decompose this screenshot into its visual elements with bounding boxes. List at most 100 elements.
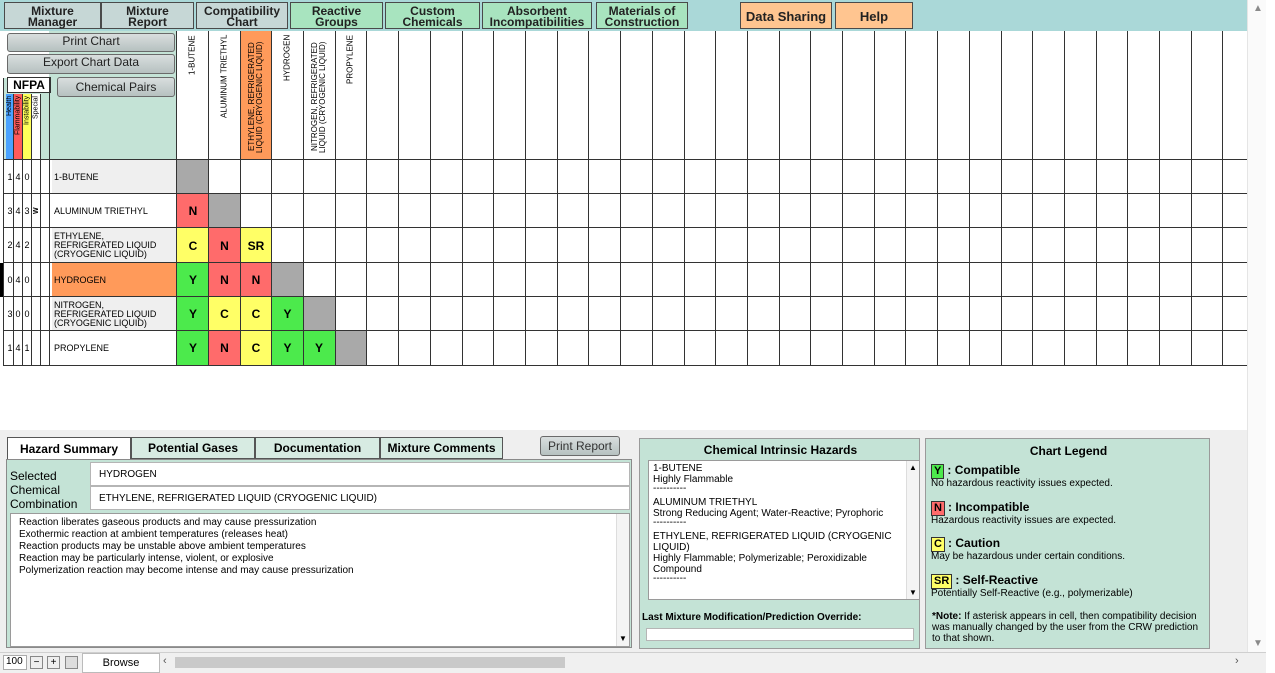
grid-line [303, 31, 304, 366]
chemical-pairs-button[interactable]: Chemical Pairs [57, 77, 175, 97]
nfpa-value: 0 [24, 172, 30, 182]
grid-line [684, 31, 685, 366]
matrix-cell[interactable]: Y [177, 297, 209, 331]
matrix-cell[interactable]: N [209, 263, 240, 297]
nfpa-value: 3 [24, 206, 30, 216]
tab-custom-chemicals[interactable]: Custom Chemicals [385, 2, 480, 29]
matrix-cell-self[interactable] [303, 297, 335, 331]
print-chart-button[interactable]: Print Chart [7, 33, 175, 52]
row-name-1-butene[interactable]: 1-BUTENE [52, 160, 176, 194]
tab-hazard-summary[interactable]: Hazard Summary [7, 437, 131, 460]
zoom-field[interactable]: 100 [3, 655, 27, 670]
grid-line [715, 31, 716, 366]
row-name-nitrogen[interactable]: NITROGEN, REFRIGERATED LIQUID (CRYOGENIC… [52, 297, 176, 331]
grid-line [493, 31, 494, 366]
matrix-cell[interactable]: C [240, 331, 272, 365]
nfpa-value: 4 [15, 206, 21, 216]
row-name-hydrogen[interactable]: HYDROGEN [52, 263, 176, 297]
matrix-cell[interactable]: C [177, 228, 209, 263]
row-name-ethylene[interactable]: ETHYLENE, REFRIGERATED LIQUID (CRYOGENIC… [52, 228, 176, 263]
intrinsic-chemical-hazards: Highly Flammable [653, 474, 734, 485]
matrix-cell[interactable]: N [177, 194, 209, 228]
column-header-hydrogen[interactable]: HYDROGEN [272, 31, 303, 159]
reaction-list-scrollbar[interactable]: ▼ [616, 514, 629, 646]
matrix-cell[interactable]: Y [272, 297, 303, 331]
matrix-cell[interactable]: Y [177, 331, 209, 365]
tab-materials-of-construction[interactable]: Materials of Construction [596, 2, 688, 29]
column-header-propylene[interactable]: PROPYLENE [335, 31, 366, 159]
legend-item: SR : Self-Reactive Potentially Self-React… [931, 573, 1207, 599]
matrix-cell[interactable]: SR [240, 228, 272, 263]
tab-potential-gases[interactable]: Potential Gases [131, 437, 255, 459]
sheet-tab-browse[interactable]: Browse [82, 653, 160, 673]
selected-combination-label: Selected Chemical Combination [10, 469, 78, 511]
intrinsic-hazards-panel: Chemical Intrinsic Hazards 1-BUTENE High… [639, 438, 920, 649]
legend-item: Y : Compatible No hazardous reactivity is… [931, 463, 1207, 489]
intrinsic-list-scrollbar[interactable]: ▲ ▼ [906, 461, 919, 599]
grid-line [22, 94, 23, 366]
tab-absorbent-incompatibilities[interactable]: Absorbent Incompatibilities [482, 2, 592, 29]
column-header-1-butene[interactable]: 1-BUTENE [177, 31, 208, 159]
tab-mixture-report[interactable]: Mixture Report [101, 2, 194, 29]
view-icon[interactable] [65, 656, 78, 669]
legend-note-title: *Note: [932, 611, 962, 622]
scroll-up-icon[interactable]: ▲ [909, 462, 917, 473]
zoom-out-icon[interactable]: − [30, 656, 43, 669]
grid-line [3, 78, 4, 366]
matrix-cell[interactable]: C [240, 297, 272, 331]
grid-line [3, 296, 1247, 297]
matrix-cell-self[interactable] [177, 160, 209, 194]
legend-note: *Note: If asterisk appears in cell, then… [932, 611, 1208, 644]
scroll-left-icon[interactable]: ‹ [163, 655, 167, 667]
matrix-cell[interactable]: N [209, 228, 240, 263]
matrix-cell[interactable]: Y [177, 263, 209, 297]
horizontal-scroll-thumb[interactable] [175, 657, 565, 668]
grid-line [874, 31, 875, 366]
matrix-cell-self[interactable] [209, 194, 240, 228]
reaction-item: Reaction may be particularly intense, vi… [19, 553, 274, 564]
grid-line [3, 193, 1247, 194]
matrix-cell[interactable]: N [209, 331, 240, 365]
column-header-ethylene[interactable]: ETHYLENE, REFRIGERATED LIQUID (CRYOGENIC… [240, 31, 272, 159]
scroll-up-icon[interactable]: ▲ [1253, 3, 1263, 14]
legend-swatch: N [931, 501, 945, 516]
column-header-nitrogen[interactable]: NITROGEN, REFRIGERATED LIQUID (CRYOGENIC… [303, 31, 335, 159]
matrix-cell[interactable]: Y [303, 331, 335, 365]
export-chart-data-button[interactable]: Export Chart Data [7, 54, 175, 74]
intrinsic-hazards-title: Chemical Intrinsic Hazards [703, 443, 858, 457]
row-name-aluminum-triethyl[interactable]: ALUMINUM TRIETHYL [52, 194, 176, 228]
legend-item: C : Caution May be hazardous under certai… [931, 536, 1207, 562]
legend-item: N : Incompatible Hazardous reactivity iss… [931, 500, 1207, 526]
vertical-scrollbar[interactable]: ▲ ▼ [1247, 0, 1266, 652]
reaction-item: Exothermic reaction at ambient temperatu… [19, 529, 289, 540]
scroll-down-icon[interactable]: ▼ [619, 633, 627, 645]
tab-mixture-comments[interactable]: Mixture Comments [380, 437, 503, 459]
grid-line [937, 31, 938, 366]
legend-description: Hazardous reactivity issues are expected… [931, 515, 1117, 526]
tab-mixture-manager[interactable]: Mixture Manager [4, 2, 101, 29]
tab-documentation[interactable]: Documentation [255, 437, 380, 459]
row-name-propylene[interactable]: PROPYLENE [52, 331, 176, 365]
matrix-cell-self[interactable] [272, 263, 303, 297]
status-bar: 100 − + Browse ‹ › [0, 652, 1266, 673]
tab-reactive-groups[interactable]: Reactive Groups [290, 2, 383, 29]
tab-data-sharing[interactable]: Data Sharing [740, 2, 832, 29]
intrinsic-chemical-hazards: Strong Reducing Agent; Water-Reactive; P… [653, 508, 884, 519]
tab-help[interactable]: Help [835, 2, 913, 29]
tab-compatibility-chart[interactable]: Compatibility Chart [196, 2, 288, 29]
column-header-aluminum-triethyl[interactable]: ALUMINUM TRIETHYL [209, 31, 240, 159]
grid-line [398, 31, 399, 366]
matrix-cell[interactable]: C [209, 297, 240, 331]
matrix-cell[interactable]: Y [272, 331, 303, 365]
nfpa-value: 2 [24, 240, 30, 250]
grid-line [652, 31, 653, 366]
grid-line [1096, 31, 1097, 366]
scroll-right-icon[interactable]: › [1235, 655, 1239, 667]
grid-line [525, 31, 526, 366]
zoom-in-icon[interactable]: + [47, 656, 60, 669]
matrix-cell[interactable]: N [240, 263, 272, 297]
scroll-down-icon[interactable]: ▼ [909, 587, 917, 598]
matrix-cell-self[interactable] [335, 331, 366, 365]
print-report-button[interactable]: Print Report [540, 436, 620, 456]
scroll-down-icon[interactable]: ▼ [1253, 638, 1263, 649]
